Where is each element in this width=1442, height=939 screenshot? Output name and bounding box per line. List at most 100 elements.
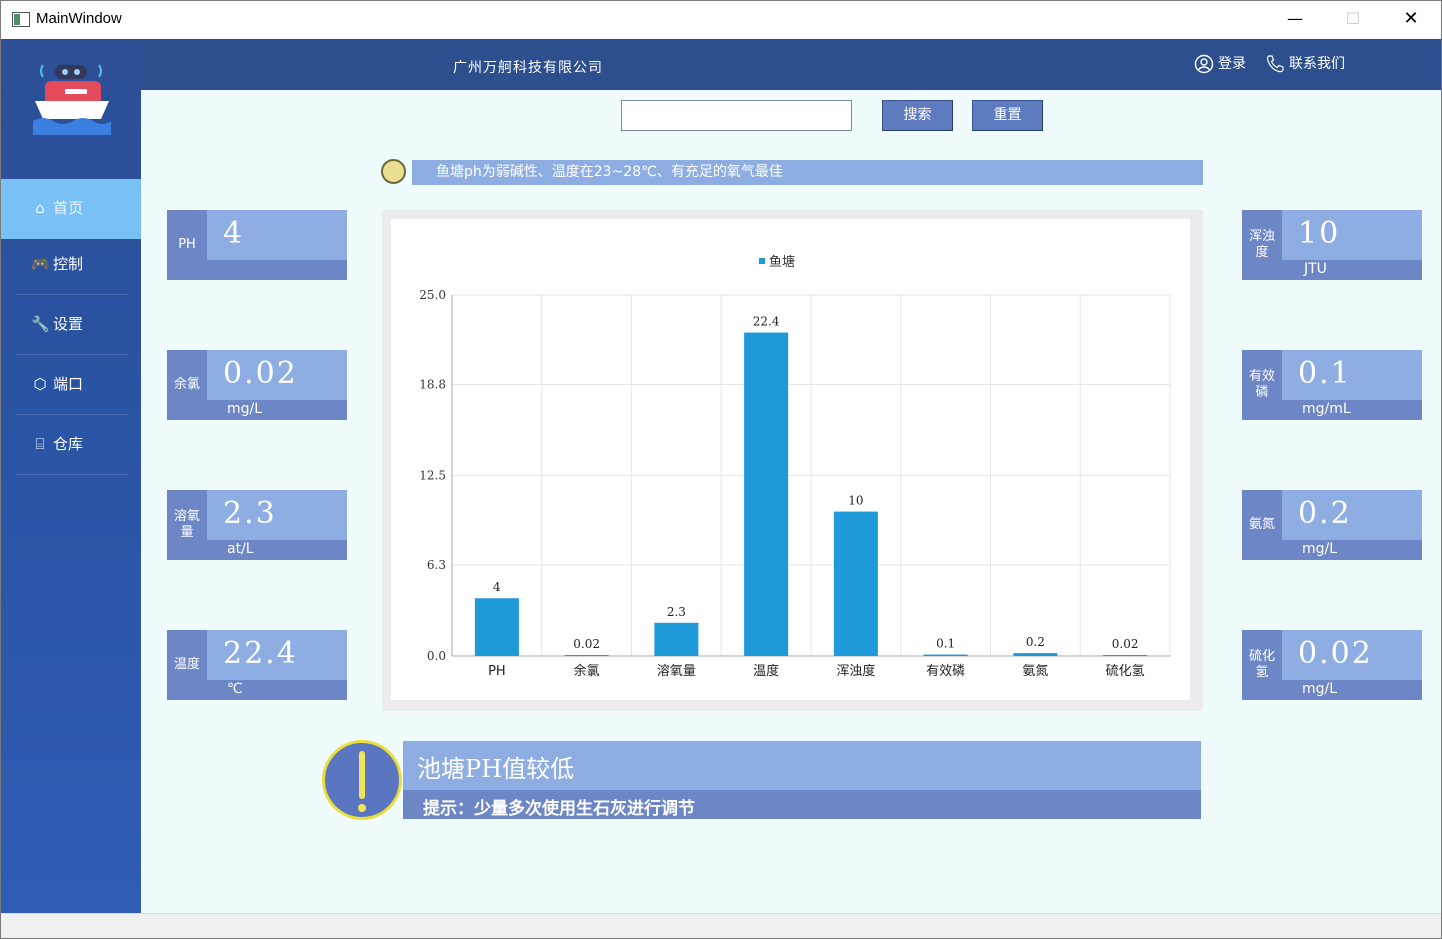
card-caption: 氨氮 [1248, 517, 1275, 532]
sensor-card-hydrogen-sulfide: 硫化氢 0.02 mg/L [1242, 630, 1422, 700]
card-value: 0.02 [1298, 636, 1373, 671]
x-tick-label: 氨氮 [1022, 664, 1048, 679]
box-icon: ⬡ [33, 375, 47, 393]
warning-icon [322, 740, 402, 820]
boat-robot-logo-icon [33, 64, 111, 135]
search-input[interactable] [621, 100, 852, 131]
login-link[interactable]: 登录 [1194, 53, 1246, 74]
alert-banner: 池塘PH值较低 [403, 741, 1201, 790]
card-unit: mg/L [1302, 681, 1338, 697]
card-caption: 溶氧量 [173, 509, 200, 540]
card-unit: mg/L [227, 401, 263, 417]
y-tick-label: 6.3 [427, 558, 446, 572]
x-tick-label: 浑浊度 [836, 663, 875, 679]
data-label: 10 [848, 494, 863, 508]
lightbulb-icon [381, 159, 406, 184]
card-unit: mg/mL [1302, 401, 1351, 417]
card-unit: ℃ [227, 681, 243, 697]
company-name: 广州万舸科技有限公司 [453, 60, 603, 76]
phone-icon [1266, 55, 1284, 73]
bar [1013, 653, 1058, 656]
sidebar-item-warehouse[interactable]: ⌸ 仓库 [16, 415, 129, 475]
contact-link[interactable]: 联系我们 [1265, 53, 1345, 74]
bar [833, 511, 878, 656]
content-area: 搜索 重置 鱼塘ph为弱碱性、温度在23~28℃、有充足的氧气最佳 PH 4 余… [141, 90, 1441, 913]
y-tick-label: 25.0 [419, 288, 446, 302]
sidebar-item-home[interactable]: ⌂ 首页 [1, 179, 141, 239]
title-bar: MainWindow — ☐ ✕ [1, 1, 1441, 39]
bar [1103, 655, 1148, 656]
bar [474, 598, 519, 656]
data-label: 0.1 [936, 637, 955, 651]
bar [654, 622, 699, 656]
sidebar-item-label: 端口 [53, 375, 84, 393]
x-tick-label: PH [488, 664, 506, 679]
card-caption: 余氯 [173, 377, 200, 392]
sidebar-item-label: 控制 [53, 255, 84, 273]
warehouse-icon: ⌸ [35, 435, 45, 453]
main-window: MainWindow — ☐ ✕ ⌂ 首页 🎮 控制 🔧 设置 ⬡ 端口 ⌸ 仓… [0, 0, 1442, 939]
status-bar [1, 913, 1441, 938]
tip-bar: 鱼塘ph为弱碱性、温度在23~28℃、有充足的氧气最佳 [412, 160, 1203, 185]
y-tick-label: 12.5 [419, 469, 446, 483]
card-value: 0.1 [1298, 356, 1352, 391]
sensor-card-dissolved-oxygen: 溶氧量 2.3 at/L [167, 490, 347, 560]
x-tick-label: 有效磷 [926, 664, 965, 679]
water-quality-bar-chart: 0.0 6.3 12.5 18.8 25.0 鱼塘 4 PH 0.02 余氯 2.3 溶氧量 22.4 温… [419, 254, 1171, 679]
sidebar-item-label: 设置 [53, 315, 84, 333]
sidebar-item-label: 首页 [53, 199, 84, 217]
y-tick-label: 18.8 [419, 378, 446, 392]
card-value: 0.02 [223, 356, 298, 391]
card-value: 4 [223, 216, 245, 251]
card-caption: 有效磷 [1248, 369, 1275, 400]
card-caption: 温度 [173, 657, 200, 672]
y-tick-label: 0.0 [427, 649, 446, 663]
sidebar: ⌂ 首页 🎮 控制 🔧 设置 ⬡ 端口 ⌸ 仓库 [1, 39, 141, 913]
card-value: 0.2 [1298, 496, 1352, 531]
data-label: 22.4 [753, 315, 780, 329]
minimize-button[interactable]: — [1266, 1, 1324, 37]
sensor-card-ammonia: 氨氮 0.2 mg/L [1242, 490, 1422, 560]
legend-swatch [759, 258, 765, 264]
card-value: 22.4 [223, 636, 298, 671]
x-tick-label: 硫化氢 [1106, 664, 1145, 679]
bar [923, 654, 968, 656]
card-value: 10 [1298, 216, 1341, 251]
alert-hint: 提示：少量多次使用生石灰进行调节 [423, 799, 695, 819]
card-caption: 浑浊度 [1248, 229, 1275, 260]
search-button[interactable]: 搜索 [882, 100, 953, 131]
x-tick-label: 温度 [753, 663, 779, 679]
close-button[interactable]: ✕ [1382, 1, 1440, 37]
sidebar-item-label: 仓库 [53, 435, 84, 453]
card-unit: JTU [1304, 261, 1327, 277]
reset-button[interactable]: 重置 [972, 100, 1043, 131]
alert-hint-bar: 提示：少量多次使用生石灰进行调节 [403, 790, 1201, 819]
sensor-card-temperature: 温度 22.4 ℃ [167, 630, 347, 700]
data-label: 4 [493, 580, 501, 594]
sensor-card-phosphorus: 有效磷 0.1 mg/mL [1242, 350, 1422, 420]
home-icon: ⌂ [35, 199, 45, 217]
bar [744, 332, 789, 656]
sensor-card-ph: PH 4 [167, 210, 347, 280]
card-caption: 硫化氢 [1248, 649, 1275, 680]
card-value: 2.3 [223, 496, 277, 531]
chart-panel: 0.0 6.3 12.5 18.8 25.0 鱼塘 4 PH 0.02 余氯 2.3 溶氧量 22.4 温… [391, 219, 1190, 700]
maximize-button[interactable]: ☐ [1324, 1, 1382, 37]
alert-title: 池塘PH值较低 [417, 755, 575, 783]
card-unit: at/L [227, 541, 254, 557]
sidebar-item-control[interactable]: 🎮 控制 [16, 235, 129, 295]
chart-frame: 0.0 6.3 12.5 18.8 25.0 鱼塘 4 PH 0.02 余氯 2.3 溶氧量 22.4 温… [382, 210, 1203, 711]
header-bar: 广州万舸科技有限公司 登录 联系我们 [141, 39, 1441, 90]
login-label: 登录 [1218, 56, 1246, 72]
sidebar-item-settings[interactable]: 🔧 设置 [16, 295, 129, 355]
x-tick-label: 余氯 [574, 663, 600, 679]
sensor-card-turbidity: 浑浊度 10 JTU [1242, 210, 1422, 280]
sensor-card-residual-chlorine: 余氯 0.02 mg/L [167, 350, 347, 420]
sidebar-item-port[interactable]: ⬡ 端口 [16, 355, 129, 415]
legend-label: 鱼塘 [769, 254, 795, 270]
x-tick-label: 溶氧量 [657, 664, 696, 679]
data-label: 0.2 [1026, 635, 1045, 649]
bar [564, 655, 609, 656]
data-label: 0.02 [1112, 637, 1139, 651]
gamepad-icon: 🎮 [31, 255, 50, 273]
